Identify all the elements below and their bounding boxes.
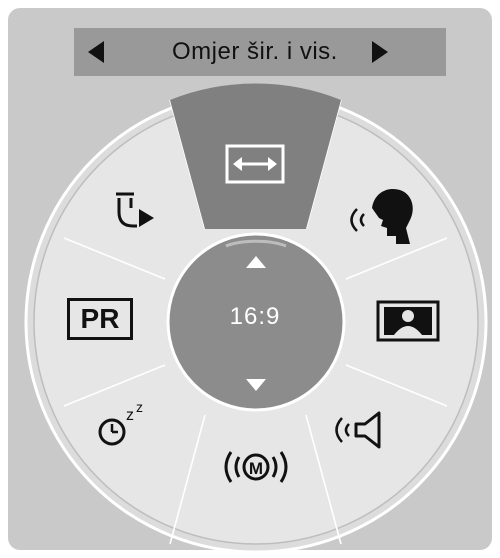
picture-icon[interactable] [376,300,440,342]
quick-menu-wheel: M z z [24,83,488,554]
svg-text:z: z [136,399,143,415]
aspect-ratio-value: 16:9 [229,303,281,330]
pr-icon[interactable]: PR [67,298,133,340]
svg-text:z: z [126,407,134,424]
svg-text:M: M [249,459,263,478]
